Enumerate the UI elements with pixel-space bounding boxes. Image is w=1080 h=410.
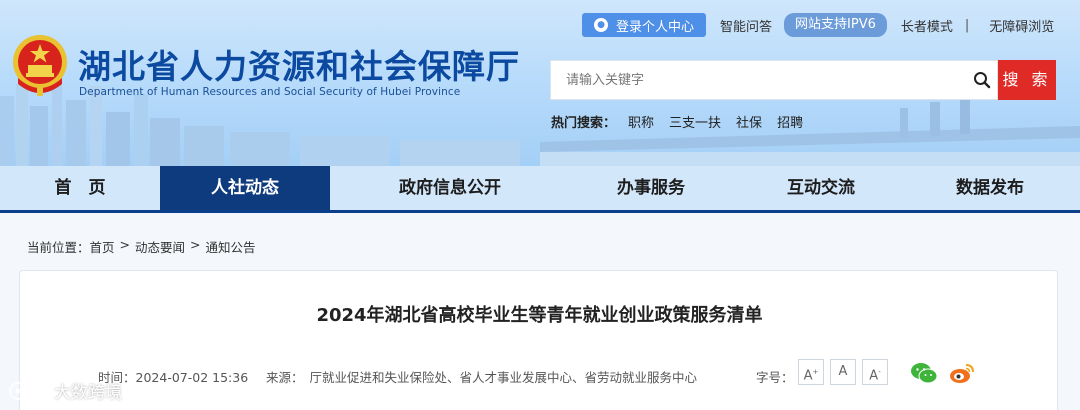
search-icon[interactable] bbox=[973, 71, 991, 89]
breadcrumb-notice[interactable]: 通知公告 bbox=[206, 237, 256, 256]
site-title: 湖北省人力资源和社会保障厅 bbox=[78, 47, 520, 86]
font-size-small-button[interactable]: A- bbox=[862, 359, 888, 385]
smart-qa-link[interactable]: 智能问答 bbox=[720, 16, 772, 35]
hot-search-item[interactable]: 三支一扶 bbox=[669, 112, 721, 131]
hot-search-label: 热门搜索： bbox=[551, 116, 617, 131]
search-box bbox=[550, 60, 998, 100]
article-card: 2024年湖北省高校毕业生等青年就业创业政策服务清单 时间：2024-07-02… bbox=[19, 270, 1058, 410]
breadcrumb-home[interactable]: 首页 bbox=[90, 237, 115, 256]
breadcrumb-separator: > bbox=[190, 237, 201, 252]
search-button[interactable]: 搜 索 bbox=[998, 60, 1056, 100]
font-size-label: 字号： bbox=[756, 370, 794, 385]
hot-search-item[interactable]: 职称 bbox=[628, 112, 654, 131]
national-emblem-icon bbox=[13, 35, 67, 96]
site-title-english: Department of Human Resources and Social… bbox=[79, 86, 461, 98]
breadcrumb: 当前位置： 首页 > 动态要闻 > 通知公告 bbox=[27, 237, 256, 256]
main-nav: 首 页 人社动态 政府信息公开 办事服务 互动交流 数据发布 bbox=[0, 166, 1080, 213]
ipv6-badge[interactable]: 网站支持IPV6 bbox=[784, 13, 887, 37]
breadcrumb-label: 当前位置： bbox=[27, 240, 90, 255]
article-source: 来源： 厅就业促进和失业保险处、省人才事业发展中心、省劳动就业服务中心 bbox=[266, 367, 697, 386]
user-icon: ● bbox=[594, 18, 608, 32]
site-header: 湖北省人力资源和社会保障厅 Department of Human Resour… bbox=[0, 0, 1080, 166]
nav-item-gov-info[interactable]: 政府信息公开 bbox=[365, 166, 535, 210]
font-size-large-button[interactable]: A+ bbox=[798, 359, 824, 385]
wechat-share-icon[interactable] bbox=[910, 361, 938, 385]
time-value: 2024-07-02 15:36 bbox=[135, 370, 249, 385]
nav-item-services[interactable]: 办事服务 bbox=[566, 166, 736, 210]
breadcrumb-news[interactable]: 动态要闻 bbox=[135, 237, 185, 256]
elder-mode-link[interactable]: 长者模式 bbox=[901, 16, 953, 35]
weibo-share-icon[interactable] bbox=[948, 361, 976, 385]
nav-item-interaction[interactable]: 互动交流 bbox=[736, 166, 906, 210]
font-button-text: A bbox=[869, 368, 879, 384]
font-button-text: A bbox=[838, 364, 848, 379]
login-label: 登录个人中心 bbox=[616, 19, 695, 35]
hot-search-item[interactable]: 社保 bbox=[736, 112, 762, 131]
watermark-logo-icon bbox=[9, 381, 43, 400]
nav-item-hr-news[interactable]: 人社动态 bbox=[160, 166, 330, 210]
hot-search-item[interactable]: 招聘 bbox=[777, 112, 803, 131]
article-title: 2024年湖北省高校毕业生等青年就业创业政策服务清单 bbox=[316, 305, 763, 326]
font-size-medium-button[interactable]: A bbox=[830, 359, 856, 385]
watermark: 大数跨境 bbox=[8, 378, 122, 403]
search-input[interactable] bbox=[551, 61, 971, 99]
nav-item-home[interactable]: 首 页 bbox=[0, 166, 160, 210]
source-label: 来源： bbox=[266, 370, 304, 385]
nav-item-data[interactable]: 数据发布 bbox=[905, 166, 1075, 210]
breadcrumb-separator: > bbox=[119, 237, 131, 252]
top-links: ● 登录个人中心 智能问答 网站支持IPV6 长者模式 | 无障碍浏览 bbox=[582, 13, 1054, 37]
watermark-text: 大数跨境 bbox=[54, 383, 122, 403]
link-separator: | bbox=[964, 17, 970, 33]
font-button-text: A bbox=[803, 368, 813, 384]
accessible-browse-link[interactable]: 无障碍浏览 bbox=[989, 16, 1054, 35]
hot-search: 热门搜索： 职称 三支一扶 社保 招聘 bbox=[551, 112, 818, 131]
login-button[interactable]: ● 登录个人中心 bbox=[582, 13, 707, 37]
source-value: 厅就业促进和失业保险处、省人才事业发展中心、省劳动就业服务中心 bbox=[309, 370, 698, 385]
